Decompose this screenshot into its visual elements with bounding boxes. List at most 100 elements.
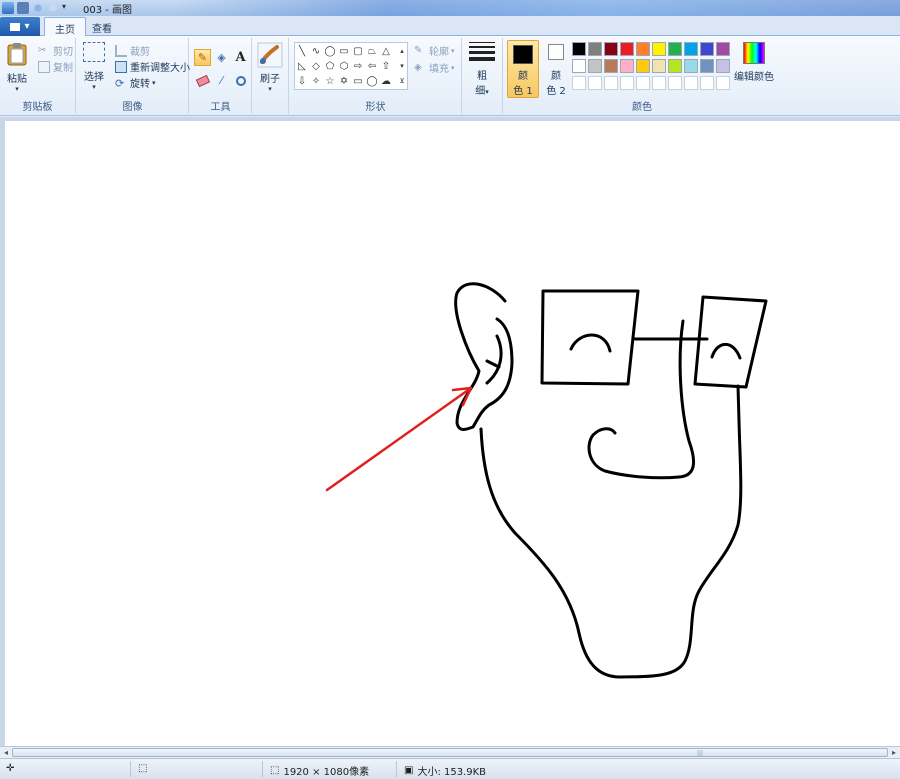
brushes-button[interactable]: 刷子 ▾: [257, 42, 283, 93]
fill-button[interactable]: ◈ 填充 ▾: [414, 60, 455, 76]
palette-swatch[interactable]: [604, 42, 618, 56]
rectangle-shape-icon[interactable]: ▭: [337, 44, 351, 58]
gallery-expand-icon[interactable]: ⊻: [395, 74, 409, 88]
palette-swatch[interactable]: [652, 42, 666, 56]
disk-icon: ▣: [404, 765, 414, 776]
palette-swatch[interactable]: [588, 76, 602, 90]
outline-button[interactable]: ✎ 轮廓 ▾: [414, 43, 455, 59]
four-point-star-shape-icon[interactable]: ✧: [309, 74, 323, 88]
palette-swatch[interactable]: [620, 42, 634, 56]
size-button[interactable]: 粗 细▾: [469, 42, 495, 97]
palette-swatch[interactable]: [684, 42, 698, 56]
scrollbar-thumb[interactable]: |||: [12, 748, 888, 757]
palette-swatch[interactable]: [588, 42, 602, 56]
palette-swatch[interactable]: [716, 76, 730, 90]
outline-label: 轮廓: [429, 47, 449, 58]
six-point-star-shape-icon[interactable]: ✡: [337, 74, 351, 88]
palette-swatch[interactable]: [620, 76, 634, 90]
palette-swatch[interactable]: [716, 42, 730, 56]
save-icon[interactable]: [17, 2, 29, 14]
triangle-shape-icon[interactable]: △: [379, 44, 393, 58]
color-picker-tool[interactable]: ⁄: [213, 72, 230, 89]
palette-swatch[interactable]: [620, 59, 634, 73]
rounded-rectangle-shape-icon[interactable]: ▢: [351, 44, 365, 58]
palette-swatch[interactable]: [588, 59, 602, 73]
palette-swatch[interactable]: [684, 59, 698, 73]
down-arrow-shape-icon[interactable]: ⇩: [295, 74, 309, 88]
palette-swatch[interactable]: [684, 76, 698, 90]
pointer-arrow-shaft: [325, 386, 473, 492]
cloud-callout-shape-icon[interactable]: ☁: [379, 74, 393, 88]
palette-swatch[interactable]: [636, 42, 650, 56]
palette-swatch[interactable]: [700, 59, 714, 73]
text-tool[interactable]: A: [232, 49, 249, 66]
eraser-tool[interactable]: [194, 72, 211, 89]
tab-home[interactable]: 主页: [44, 17, 86, 37]
palette-swatch[interactable]: [636, 76, 650, 90]
gallery-scroll-up-icon[interactable]: ▴: [395, 44, 409, 58]
tab-view[interactable]: 查看: [82, 17, 122, 37]
gallery-scroll-down-icon[interactable]: ▾: [395, 59, 409, 73]
oval-shape-icon[interactable]: ◯: [323, 44, 337, 58]
ear-inner-stroke: [485, 334, 503, 385]
color-wheel-icon: [743, 42, 765, 64]
right-triangle-shape-icon[interactable]: ◺: [295, 59, 309, 73]
customize-quick-access-icon[interactable]: ▾: [62, 2, 74, 14]
paste-button[interactable]: 粘贴 ▾: [6, 42, 28, 93]
polygon-shape-icon[interactable]: ⏢: [365, 44, 379, 58]
edit-colors-button[interactable]: 编辑颜色: [734, 42, 774, 83]
line-shape-icon[interactable]: ╲: [295, 44, 309, 58]
ear-outer-stroke: [454, 282, 514, 431]
palette-swatch[interactable]: [700, 42, 714, 56]
chevron-down-icon: ▾: [152, 78, 156, 87]
canvas-dimensions: ⬚ 1920 × 1080像素: [270, 763, 369, 778]
pencil-tool[interactable]: ✎: [194, 49, 211, 66]
select-button[interactable]: 选择 ▾: [83, 42, 105, 91]
left-arrow-shape-icon[interactable]: ⇦: [365, 59, 379, 73]
paint-app-icon[interactable]: [2, 2, 14, 14]
crop-button[interactable]: 裁剪: [115, 43, 150, 58]
palette-swatch[interactable]: [716, 59, 730, 73]
rotate-label: 旋转: [130, 79, 150, 90]
color2-button[interactable]: 颜 色 2: [540, 40, 572, 98]
file-menu-button[interactable]: ▾: [0, 17, 40, 36]
horizontal-scrollbar[interactable]: ◂ ||| ▸: [0, 746, 900, 758]
rotate-button[interactable]: ⟳ 旋转 ▾: [115, 75, 156, 91]
right-arrow-shape-icon[interactable]: ⇨: [351, 59, 365, 73]
palette-swatch[interactable]: [668, 42, 682, 56]
redo-icon[interactable]: [47, 2, 59, 14]
curve-shape-icon[interactable]: ∿: [309, 44, 323, 58]
palette-swatch[interactable]: [700, 76, 714, 90]
five-point-star-shape-icon[interactable]: ☆: [323, 74, 337, 88]
palette-swatch[interactable]: [668, 76, 682, 90]
rounded-callout-shape-icon[interactable]: ▭: [351, 74, 365, 88]
scroll-left-icon[interactable]: ◂: [0, 747, 12, 758]
scroll-right-icon[interactable]: ▸: [888, 747, 900, 758]
palette-swatch[interactable]: [652, 59, 666, 73]
cut-button[interactable]: ✂ 剪切: [38, 43, 73, 59]
up-arrow-shape-icon[interactable]: ⇧: [379, 59, 393, 73]
shapes-group-label: 形状: [365, 102, 386, 113]
right-eye-stroke: [710, 342, 742, 360]
oval-callout-shape-icon[interactable]: ◯: [365, 74, 379, 88]
palette-swatch[interactable]: [572, 59, 586, 73]
copy-button[interactable]: 复制: [38, 59, 73, 74]
palette-swatch[interactable]: [668, 59, 682, 73]
hexagon-shape-icon[interactable]: ⬡: [337, 59, 351, 73]
undo-icon[interactable]: [32, 2, 44, 14]
resize-button[interactable]: 重新调整大小: [115, 59, 190, 74]
palette-swatch[interactable]: [604, 59, 618, 73]
color1-button[interactable]: 颜 色 1: [507, 40, 539, 98]
diamond-shape-icon[interactable]: ◇: [309, 59, 323, 73]
pencil-icon: ✎: [197, 51, 208, 64]
palette-swatch[interactable]: [604, 76, 618, 90]
drawing-canvas[interactable]: [5, 121, 900, 746]
palette-swatch[interactable]: [572, 42, 586, 56]
palette-swatch[interactable]: [652, 76, 666, 90]
clipboard-group-label: 剪贴板: [22, 102, 53, 113]
palette-swatch[interactable]: [572, 76, 586, 90]
magnifier-tool[interactable]: [232, 72, 249, 89]
fill-tool[interactable]: ◈: [213, 49, 230, 66]
pentagon-shape-icon[interactable]: ⬠: [323, 59, 337, 73]
palette-swatch[interactable]: [636, 59, 650, 73]
